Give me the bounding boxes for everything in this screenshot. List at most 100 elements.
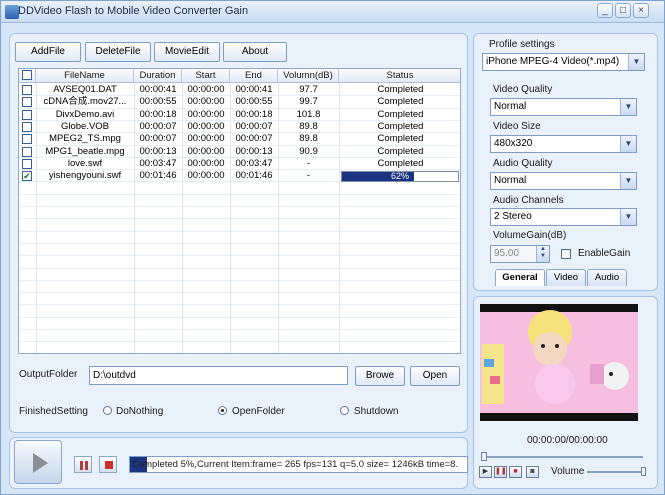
minimize-button[interactable]: _ bbox=[597, 3, 613, 18]
do-nothing-label[interactable]: DoNothing bbox=[116, 406, 163, 417]
shutdown-label[interactable]: Shutdown bbox=[354, 406, 398, 417]
cell-file-name: MPEG2_TS.mpg bbox=[49, 133, 121, 145]
row-checkbox[interactable] bbox=[22, 121, 32, 132]
play-icon: ▶ bbox=[482, 468, 489, 475]
seek-handle[interactable] bbox=[481, 452, 487, 461]
open-button[interactable]: Open bbox=[410, 366, 460, 386]
volume-label: Volume bbox=[551, 466, 585, 477]
cell-start: 00:00:00 bbox=[187, 133, 225, 145]
playback-time: 00:00:00/00:00:00 bbox=[527, 435, 608, 446]
close-button[interactable]: × bbox=[633, 3, 649, 18]
video-size-label: Video Size bbox=[493, 121, 541, 132]
cell-start: 00:00:00 bbox=[187, 120, 225, 132]
table-row[interactable]: ✔ yishengyouni.swf 00:01:46 00:00:00 00:01:4… bbox=[19, 170, 460, 183]
stop-button[interactable] bbox=[99, 456, 117, 473]
video-quality-select[interactable]: Normal ▼ bbox=[490, 98, 637, 116]
audio-channels-select[interactable]: 2 Stereo ▼ bbox=[490, 208, 637, 226]
column-header-duration[interactable]: Duration bbox=[134, 69, 182, 83]
cell-volume: 101.8 bbox=[296, 108, 321, 120]
volume-gain-label: VolumeGain(dB) bbox=[493, 230, 567, 241]
enable-gain-label[interactable]: EnableGain bbox=[578, 248, 630, 259]
video-size-select[interactable]: 480x320 ▼ bbox=[490, 135, 637, 153]
radio-open-folder[interactable] bbox=[218, 406, 227, 415]
conversion-status-bar: Completed 5%,Current Item:frame= 265 fps… bbox=[129, 456, 468, 473]
row-progress-bar: 62% bbox=[341, 171, 459, 183]
row-checkbox[interactable] bbox=[22, 158, 32, 169]
cell-duration: 00:00:13 bbox=[139, 145, 177, 157]
cell-file-name: love.swf bbox=[67, 157, 103, 169]
volume-slider[interactable] bbox=[587, 471, 645, 473]
column-header-start[interactable]: Start bbox=[182, 69, 230, 83]
chevron-down-icon: ▼ bbox=[620, 99, 636, 115]
preview-snapshot-button[interactable]: ◙ bbox=[526, 466, 539, 478]
output-folder-label: OutputFolder bbox=[19, 369, 78, 380]
table-row[interactable]: DivxDemo.avi 00:00:18 00:00:00 00:00:18 101.… bbox=[19, 109, 460, 121]
seek-bar[interactable] bbox=[483, 456, 643, 458]
select-all-checkbox[interactable] bbox=[22, 70, 32, 80]
table-row[interactable]: AVSEQ01.DAT 00:00:41 00:00:00 00:00:41 97.7 C… bbox=[19, 84, 460, 96]
row-checkbox[interactable]: ✔ bbox=[22, 171, 32, 182]
convert-start-button[interactable] bbox=[14, 440, 62, 484]
cell-volume: 97.7 bbox=[299, 84, 318, 95]
chevron-down-icon: ▼ bbox=[620, 136, 636, 152]
radio-do-nothing[interactable] bbox=[103, 406, 112, 415]
cell-volume: 99.7 bbox=[299, 96, 318, 108]
audio-quality-select[interactable]: Normal ▼ bbox=[490, 172, 637, 190]
table-row[interactable]: MPG1_beatle.mpg 00:00:13 00:00:00 00:00:13 9… bbox=[19, 146, 460, 158]
cell-file-name: cDNA合成.mov27... bbox=[43, 96, 127, 108]
column-header-volume[interactable]: Volumn(dB) bbox=[278, 69, 339, 83]
cell-status: Completed bbox=[377, 96, 424, 108]
movie-edit-button[interactable]: MovieEdit bbox=[154, 42, 220, 62]
tab-video[interactable]: Video bbox=[546, 269, 586, 286]
table-row[interactable]: MPEG2_TS.mpg 00:00:07 00:00:00 00:00:07 89.8… bbox=[19, 133, 460, 145]
preview-play-button[interactable]: ▶ bbox=[479, 466, 492, 478]
column-header-end[interactable]: End bbox=[230, 69, 278, 83]
stop-icon: ■ bbox=[513, 468, 518, 475]
row-progress-text: 62% bbox=[390, 171, 409, 182]
cell-end: 00:00:41 bbox=[235, 84, 273, 95]
cell-file-name: DivxDemo.avi bbox=[55, 108, 115, 120]
browse-button[interactable]: Browe bbox=[355, 366, 405, 386]
cell-status: Completed bbox=[377, 145, 424, 157]
audio-channels-value: 2 Stereo bbox=[494, 211, 532, 222]
cell-file-name: AVSEQ01.DAT bbox=[53, 84, 117, 95]
video-preview bbox=[480, 304, 638, 421]
column-header-filename[interactable]: FileName bbox=[36, 69, 134, 83]
table-row[interactable]: Globe.VOB 00:00:07 00:00:00 00:00:07 89.8 Com… bbox=[19, 121, 460, 133]
app-window: DDVideo Flash to Mobile Video Converter … bbox=[0, 0, 665, 495]
row-checkbox[interactable] bbox=[22, 146, 32, 157]
cell-start: 00:00:00 bbox=[187, 84, 225, 95]
volume-handle[interactable] bbox=[641, 467, 646, 476]
cell-start: 00:00:00 bbox=[187, 145, 225, 157]
file-list[interactable]: FileName Duration Start End Volumn(dB) S… bbox=[18, 68, 461, 354]
row-checkbox[interactable] bbox=[22, 97, 32, 108]
cell-volume: 89.8 bbox=[299, 120, 318, 132]
delete-file-button[interactable]: DeleteFile bbox=[85, 42, 151, 62]
maximize-button[interactable]: □ bbox=[615, 3, 631, 18]
open-folder-label[interactable]: OpenFolder bbox=[232, 406, 285, 417]
profile-select[interactable]: iPhone MPEG-4 Video(*.mp4) ▼ bbox=[482, 53, 645, 71]
pause-button[interactable] bbox=[74, 456, 92, 473]
video-quality-label: Video Quality bbox=[493, 84, 553, 95]
preview-stop-button[interactable]: ■ bbox=[509, 466, 522, 478]
radio-shutdown[interactable] bbox=[340, 406, 349, 415]
row-checkbox[interactable] bbox=[22, 109, 32, 120]
column-header-status[interactable]: Status bbox=[339, 69, 460, 83]
about-button[interactable]: About bbox=[223, 42, 287, 62]
row-checkbox[interactable] bbox=[22, 85, 32, 95]
cell-volume: - bbox=[306, 157, 311, 169]
header-select-all[interactable] bbox=[19, 69, 36, 83]
table-row[interactable]: love.swf 00:03:47 00:00:00 00:03:47 - Complet… bbox=[19, 158, 460, 170]
row-checkbox[interactable] bbox=[22, 134, 32, 145]
volume-gain-spinner[interactable]: 95.00 ▲ ▼ bbox=[490, 245, 550, 263]
preview-pause-button[interactable]: ❚❚ bbox=[494, 466, 507, 478]
cell-duration: 00:00:41 bbox=[139, 84, 177, 95]
tab-audio[interactable]: Audio bbox=[587, 269, 627, 286]
pause-icon: ❚❚ bbox=[495, 468, 507, 475]
output-folder-field[interactable]: D:\outdvd bbox=[89, 366, 348, 385]
tab-general[interactable]: General bbox=[495, 269, 545, 286]
table-row[interactable]: cDNA合成.mov27... 00:00:55 00:00:00 00:00:55 9… bbox=[19, 96, 460, 108]
cell-start: 00:00:00 bbox=[187, 157, 225, 169]
add-file-button[interactable]: AddFile bbox=[15, 42, 81, 62]
enable-gain-checkbox[interactable] bbox=[561, 249, 571, 259]
